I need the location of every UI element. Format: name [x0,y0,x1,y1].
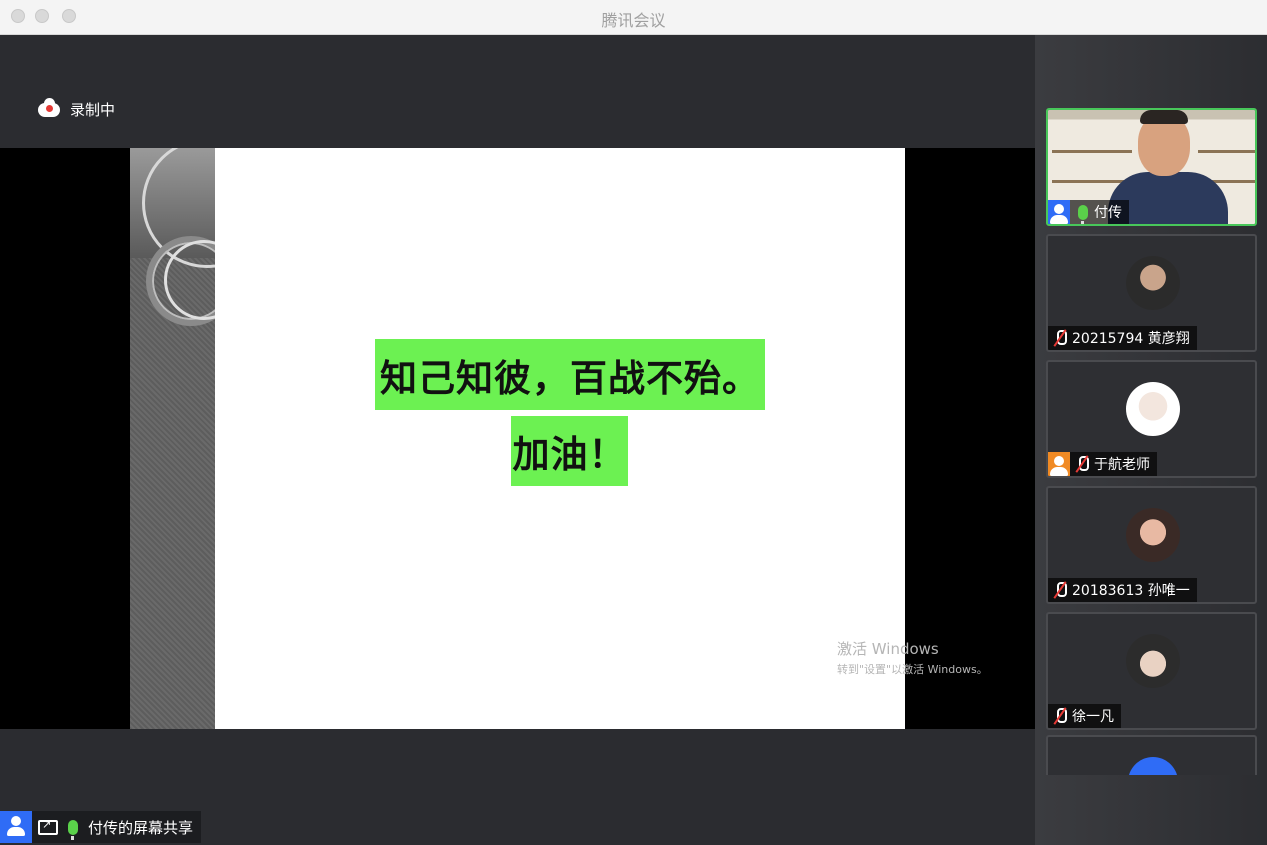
participant-name: 20215794 黄彦翔 [1072,331,1190,347]
mic-muted-icon [1076,456,1089,472]
recording-indicator[interactable]: 录制中 [38,97,116,120]
avatar [1126,382,1180,436]
participant-tile[interactable]: 于航老师 [1046,360,1257,478]
user-icon [0,811,32,843]
avatar [1126,256,1180,310]
participant-tile[interactable]: 20183613 孙唯一 [1046,486,1257,604]
window-titlebar: 腾讯会议 [0,0,1267,35]
screen-share-owner-label: 付传的屏幕共享 [88,818,194,837]
window-title: 腾讯会议 [601,11,666,30]
participant-tile[interactable] [1046,735,1257,775]
participant-namebar: 于航老师 [1048,452,1157,476]
avatar [1126,508,1180,562]
avatar [1128,757,1178,775]
screen-share-icon [38,818,58,835]
participant-namebar: 20183613 孙唯一 [1048,578,1197,602]
participant-namebar: 付传 [1048,200,1129,224]
watermark-title: 激活 Windows [837,640,939,658]
participant-namebar: 徐一凡 [1048,704,1121,728]
shared-screen: 知己知彼，百战不殆。 加油！ 激活 Windows 转到"设置"以激活 Wind… [0,148,1035,729]
user-icon [1048,200,1070,224]
meeting-main-area: 录制中 知己知彼，百战不殆。 加油！ 激活 Windows 转到"设置"以激活 … [0,35,1035,845]
mic-muted-icon [1054,330,1067,346]
presentation-slide: 知己知彼，百战不殆。 加油！ 激活 Windows 转到"设置"以激活 Wind… [215,148,988,729]
participant-namebar: 20215794 黄彦翔 [1048,326,1197,350]
participant-name: 徐一凡 [1072,709,1114,725]
slide-headline-highlight: 知己知彼，百战不殆。 [375,339,765,410]
windows-activation-watermark: 激活 Windows 转到"设置"以激活 Windows。 [837,638,988,677]
screen-share-label-bar: 付传的屏幕共享 [0,811,202,843]
recording-label: 录制中 [70,101,116,119]
slide-subline-highlight: 加油！ [511,416,628,486]
participant-tile[interactable]: 20215794 黄彦翔 [1046,234,1257,352]
mic-muted-icon [1054,708,1067,724]
mic-on-icon [68,819,78,840]
avatar [1126,634,1180,688]
host-icon [1048,452,1070,476]
participants-panel: 付传 20215794 黄彦翔 于航老师 20183613 孙唯一 徐一凡 [1035,35,1267,845]
mic-muted-icon [1054,582,1067,598]
mic-on-icon [1078,204,1088,224]
slide-decoration-panel [130,148,215,729]
slide-subline: 加油！ [512,433,627,476]
watermark-subtitle: 转到"设置"以激活 Windows。 [837,663,988,676]
participant-name: 付传 [1094,205,1122,221]
participant-tile[interactable]: 付传 [1046,108,1257,226]
participant-tile[interactable]: 徐一凡 [1046,612,1257,730]
slide-headline: 知己知彼，百战不殆。 [380,356,760,400]
participant-name: 20183613 孙唯一 [1072,583,1190,599]
participant-name: 于航老师 [1094,457,1150,473]
cloud-record-icon [38,97,60,117]
